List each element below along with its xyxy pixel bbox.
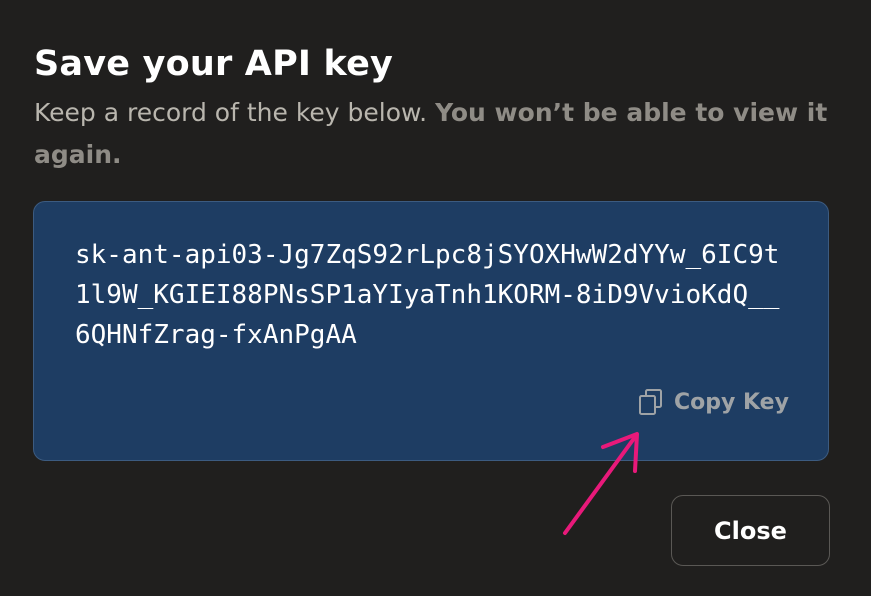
copy-key-button[interactable]: Copy Key [638,388,789,416]
api-key-value[interactable]: sk-ant-api03-Jg7ZqS92rLpc8jSYOXHwW2dYYw_… [75,235,790,355]
copy-icon [638,388,664,416]
pointer-arrow-icon [563,432,639,535]
dialog-title: Save your API key [34,44,394,84]
close-button[interactable]: Close [671,495,830,566]
subtitle-text: Keep a record of the key below. [34,98,436,127]
api-key-box: sk-ant-api03-Jg7ZqS92rLpc8jSYOXHwW2dYYw_… [33,201,829,461]
copy-key-label: Copy Key [674,389,789,415]
api-key-dialog: Save your API key Keep a record of the k… [0,0,871,596]
dialog-subtitle: Keep a record of the key below. You won’… [34,92,834,176]
